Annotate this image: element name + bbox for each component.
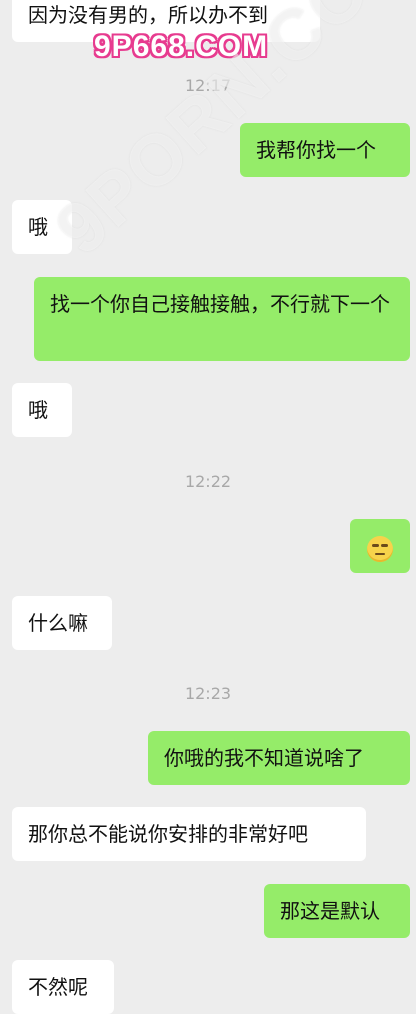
- chat-area[interactable]: 因为没有男的，所以办不到 12:17 我帮你找一个 哦 找一个你自己接触接触，不…: [0, 0, 416, 1014]
- message-text: 哦: [28, 215, 48, 239]
- message-text: 我帮你找一个: [256, 138, 376, 162]
- message-bubble-incoming[interactable]: 什么嘛: [12, 596, 112, 650]
- message-text: 因为没有男的，所以办不到: [28, 3, 268, 27]
- message-bubble-outgoing[interactable]: [350, 519, 410, 573]
- message-bubble-incoming[interactable]: 哦: [12, 383, 72, 437]
- timestamp: 12:22: [184, 472, 232, 491]
- message-text: 你哦的我不知道说啥了: [164, 746, 364, 770]
- message-text: 不然呢: [28, 975, 88, 999]
- message-bubble-outgoing[interactable]: 找一个你自己接触接触，不行就下一个: [34, 277, 410, 361]
- rolling-eyes-emoji-icon: [367, 535, 393, 562]
- message-bubble-outgoing[interactable]: 你哦的我不知道说啥了: [148, 731, 410, 785]
- message-text: 那这是默认: [280, 899, 380, 923]
- message-text: 什么嘛: [28, 611, 88, 635]
- message-bubble-outgoing[interactable]: 我帮你找一个: [240, 123, 410, 177]
- message-text: 那你总不能说你安排的非常好吧: [28, 822, 308, 846]
- message-bubble-incoming[interactable]: 不然呢: [12, 960, 114, 1014]
- timestamp: 12:23: [184, 684, 232, 703]
- message-text: 找一个你自己接触接触，不行就下一个: [50, 292, 390, 316]
- message-bubble-outgoing[interactable]: 那这是默认: [264, 884, 410, 938]
- message-bubble-incoming[interactable]: 那你总不能说你安排的非常好吧: [12, 807, 366, 861]
- message-text: 哦: [28, 398, 48, 422]
